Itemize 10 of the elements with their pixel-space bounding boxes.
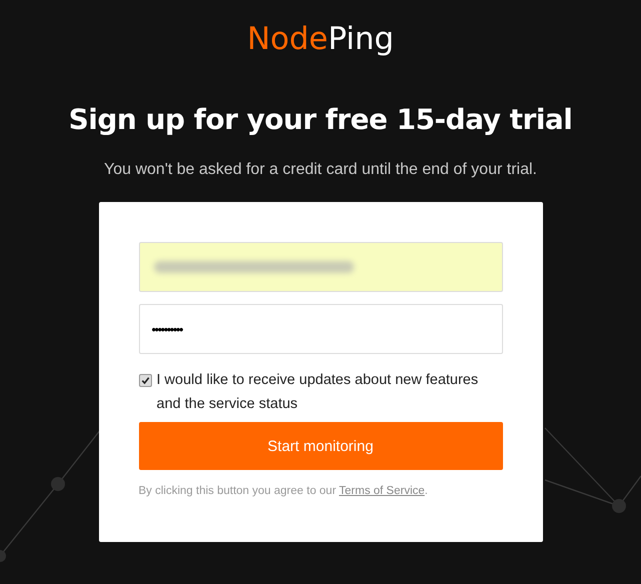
page-heading: Sign up for your free 15-day trial <box>68 102 572 138</box>
terms-notice: By clicking this button you agree to our Terms of Service. <box>138 485 429 497</box>
password-field[interactable]: •••••••••• <box>138 304 502 354</box>
updates-checkbox[interactable] <box>138 374 152 387</box>
updates-label: I would like to receive updates about new features and the service status <box>156 371 480 414</box>
logo: NodePing <box>247 20 394 58</box>
email-field[interactable] <box>138 242 502 292</box>
subheading: You won't be asked for a credit card until the end of your trial. <box>104 160 537 180</box>
terms-link[interactable]: Terms of Service <box>339 485 425 497</box>
start-monitoring-button[interactable]: Start monitoring <box>138 422 502 470</box>
